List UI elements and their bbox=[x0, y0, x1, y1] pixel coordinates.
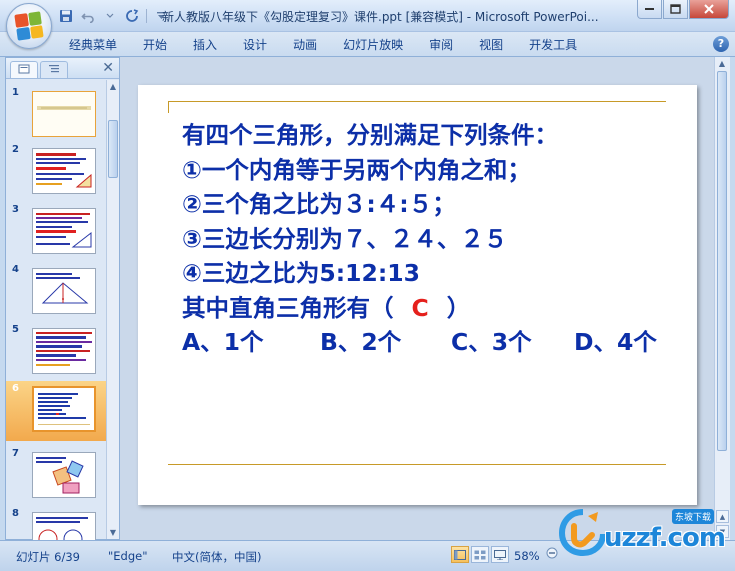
tab-animations[interactable]: 动画 bbox=[280, 36, 330, 54]
thumbnail-scrollbar[interactable]: ▲ ▼ bbox=[106, 80, 119, 539]
scrollbar-thumb[interactable] bbox=[108, 120, 118, 178]
slide-show-icon[interactable] bbox=[491, 546, 509, 563]
tab-developer[interactable]: 开发工具 bbox=[516, 36, 590, 54]
thumbnail-number: 3 bbox=[12, 204, 19, 215]
help-icon[interactable]: ? bbox=[713, 36, 729, 52]
option-b: B、2个 bbox=[320, 328, 402, 356]
slide-thumbnail-6[interactable]: 6 bbox=[6, 381, 106, 441]
thumbnail-preview bbox=[32, 452, 96, 498]
thumbnail-number: 4 bbox=[12, 264, 19, 275]
view-buttons bbox=[451, 546, 509, 563]
watermark-text: uzzf.com bbox=[604, 523, 726, 553]
normal-view-icon[interactable] bbox=[451, 546, 469, 563]
watermark-badge: 东坡下载 bbox=[672, 509, 715, 524]
slide-thumbnail-7[interactable]: 7 bbox=[6, 446, 106, 502]
zoom-level[interactable]: 58% bbox=[514, 549, 540, 563]
slide-bottom-rule bbox=[168, 464, 666, 465]
tab-review[interactable]: 审阅 bbox=[416, 36, 466, 54]
slide-editor: 有四个三角形，分别满足下列条件： ①一个内角等于另两个内角之和； ②三个角之比为… bbox=[120, 57, 714, 540]
question-prefix: 其中直角三角形有（ bbox=[182, 293, 394, 322]
outline-tab-icon bbox=[48, 63, 60, 77]
tab-classic-menu[interactable]: 经典菜单 bbox=[56, 36, 130, 54]
slide-thumbnail-8[interactable]: 8 bbox=[6, 506, 106, 540]
site-watermark: 东坡下载 uzzf.com bbox=[558, 506, 733, 558]
title-bar: 新人教版八年级下《勾股定理复习》课件.ppt [兼容模式] - Microsof… bbox=[0, 0, 735, 32]
slide-thumbnail-5[interactable]: 5 bbox=[6, 322, 106, 378]
scroll-up-icon[interactable]: ▲ bbox=[716, 57, 728, 70]
thumbnail-preview bbox=[32, 328, 96, 374]
slide-line-3: ②三个角之比为３:４:５； bbox=[182, 190, 456, 218]
zoom-out-icon[interactable] bbox=[546, 547, 558, 562]
slide-top-rule-tick bbox=[168, 101, 169, 113]
slides-tab-icon bbox=[18, 63, 30, 77]
thumbnail-preview bbox=[32, 386, 96, 432]
thumbnail-number: 1 bbox=[12, 87, 19, 98]
thumbnail-number: 6 bbox=[12, 383, 19, 394]
question-line: 其中直角三角形有（ C ） bbox=[182, 291, 682, 326]
office-button[interactable] bbox=[6, 3, 52, 49]
slide-thumbnail-1[interactable]: 1 bbox=[6, 85, 106, 141]
question-suffix: ） bbox=[446, 293, 471, 322]
dropdown-icon[interactable] bbox=[102, 8, 118, 24]
tab-insert[interactable]: 插入 bbox=[180, 36, 230, 54]
watermark-logo-icon bbox=[558, 508, 608, 559]
slides-pane: ✕ 1 2 3 4 5 6 7 8 ▲ ▼ bbox=[5, 57, 120, 540]
option-c: C、3个 bbox=[451, 328, 532, 356]
ribbon-tab-bar: 经典菜单 开始 插入 设计 动画 幻灯片放映 审阅 视图 开发工具 ? bbox=[0, 32, 735, 57]
quick-access-toolbar bbox=[58, 6, 169, 26]
options-line: A、1个 B、2个 C、3个 D、4个 bbox=[182, 325, 682, 360]
slide-line-4: ③三边长分别为７、２４、２５ bbox=[182, 224, 508, 253]
editor-scrollbar[interactable]: ▲ ▲ ▼ bbox=[714, 57, 730, 540]
scroll-down-icon[interactable]: ▼ bbox=[107, 526, 119, 539]
ribbon-tabs: 经典菜单 开始 插入 设计 动画 幻灯片放映 审阅 视图 开发工具 bbox=[56, 36, 590, 54]
option-d: D、4个 bbox=[574, 328, 657, 356]
qat-separator bbox=[146, 9, 147, 23]
office-logo-icon bbox=[14, 11, 44, 41]
slide-thumbnail-4[interactable]: 4 bbox=[6, 262, 106, 318]
question-answer: C bbox=[411, 293, 429, 322]
thumbnail-preview bbox=[32, 148, 96, 194]
scroll-up-icon[interactable]: ▲ bbox=[107, 80, 119, 93]
slide-content[interactable]: 有四个三角形，分别满足下列条件： ①一个内角等于另两个内角之和； ②三个角之比为… bbox=[182, 118, 682, 360]
tab-home[interactable]: 开始 bbox=[130, 36, 180, 54]
thumbnail-number: 8 bbox=[12, 508, 19, 519]
thumbnail-preview bbox=[32, 208, 96, 254]
scrollbar-thumb[interactable] bbox=[717, 71, 727, 451]
slide-counter: 幻灯片 6/39 bbox=[16, 550, 80, 564]
slide-thumbnail-2[interactable]: 2 bbox=[6, 142, 106, 198]
thumbnail-preview bbox=[32, 91, 96, 137]
thumbnail-list: 1 2 3 4 5 6 7 8 bbox=[6, 80, 106, 540]
minimize-button[interactable] bbox=[637, 0, 662, 19]
maximize-button[interactable] bbox=[663, 0, 688, 19]
current-slide[interactable]: 有四个三角形，分别满足下列条件： ①一个内角等于另两个内角之和； ②三个角之比为… bbox=[138, 85, 697, 505]
slide-line-1: 有四个三角形，分别满足下列条件： bbox=[182, 121, 558, 149]
tab-outline[interactable] bbox=[40, 61, 68, 78]
pane-close-icon[interactable]: ✕ bbox=[102, 60, 114, 76]
tab-slide-show[interactable]: 幻灯片放映 bbox=[330, 36, 416, 54]
thumbnail-number: 5 bbox=[12, 324, 19, 335]
thumbnail-number: 7 bbox=[12, 448, 19, 459]
theme-name: "Edge" bbox=[108, 549, 148, 563]
close-button[interactable] bbox=[689, 0, 729, 19]
option-a: A、1个 bbox=[182, 328, 264, 356]
undo-icon[interactable] bbox=[80, 8, 96, 24]
thumbnail-preview bbox=[32, 512, 96, 540]
tab-design[interactable]: 设计 bbox=[230, 36, 280, 54]
slide-thumbnail-3[interactable]: 3 bbox=[6, 202, 106, 258]
window-controls bbox=[637, 0, 729, 19]
tab-slides[interactable] bbox=[10, 61, 38, 78]
language-indicator[interactable]: 中文(简体，中国) bbox=[172, 549, 261, 565]
thumbnail-preview bbox=[32, 268, 96, 314]
pane-tabs: ✕ bbox=[6, 58, 119, 79]
thumbnail-number: 2 bbox=[12, 144, 19, 155]
redo-icon[interactable] bbox=[124, 8, 140, 24]
window-title: 新人教版八年级下《勾股定理复习》课件.ppt [兼容模式] - Microsof… bbox=[162, 10, 599, 24]
slide-sorter-icon[interactable] bbox=[471, 546, 489, 563]
save-icon[interactable] bbox=[58, 8, 74, 24]
tab-view[interactable]: 视图 bbox=[466, 36, 516, 54]
slide-line-5: ④三边之比为5:12:13 bbox=[182, 259, 420, 287]
slide-line-2: ①一个内角等于另两个内角之和； bbox=[182, 155, 531, 184]
slide-top-rule bbox=[168, 101, 666, 102]
